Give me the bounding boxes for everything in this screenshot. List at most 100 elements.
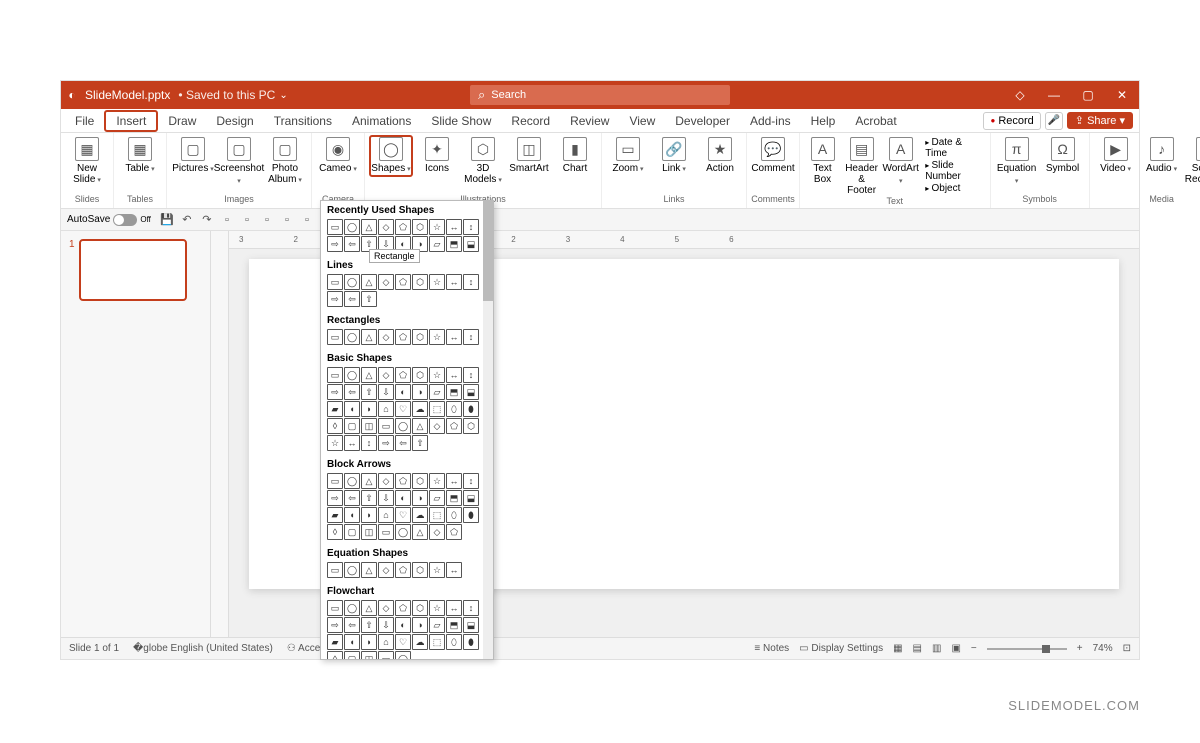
scrollbar[interactable] — [483, 201, 493, 659]
maximize-icon[interactable]: ▢ — [1071, 81, 1105, 109]
ribbon-smartart[interactable]: ◫SmartArt — [507, 135, 551, 174]
shape-option[interactable]: △ — [412, 524, 428, 540]
shape-option[interactable]: ↔ — [446, 473, 462, 489]
qat-icon[interactable]: ▫ — [219, 212, 235, 228]
ribbon-slide-number[interactable]: Slide Number — [925, 160, 981, 182]
shape-option[interactable]: ⬒ — [446, 617, 462, 633]
shape-option[interactable]: ▭ — [327, 600, 343, 616]
shape-option[interactable]: ⬠ — [395, 274, 411, 290]
shape-option[interactable]: ⇧ — [412, 435, 428, 451]
shape-option[interactable]: ♡ — [395, 507, 411, 523]
autosave-toggle[interactable]: AutoSave Off — [67, 214, 151, 226]
shape-option[interactable]: ☆ — [429, 367, 445, 383]
shape-option[interactable]: ▱ — [429, 384, 445, 400]
shape-option[interactable]: ⇨ — [327, 291, 343, 307]
ribbon-photo-album[interactable]: ▢Photo Album — [263, 135, 307, 186]
shape-option[interactable]: △ — [361, 367, 377, 383]
shape-option[interactable]: ⬮ — [463, 507, 479, 523]
shape-option[interactable]: △ — [361, 600, 377, 616]
ribbon-chart[interactable]: ▮Chart — [553, 135, 597, 174]
shape-option[interactable]: ▰ — [327, 401, 343, 417]
ribbon-new-slide[interactable]: ▦New Slide — [65, 135, 109, 186]
shape-option[interactable]: ▰ — [327, 507, 343, 523]
shape-option[interactable]: ☆ — [429, 274, 445, 290]
tab-design[interactable]: Design — [206, 109, 263, 133]
qat-icon[interactable]: ▫ — [299, 212, 315, 228]
shape-option[interactable]: ☆ — [429, 329, 445, 345]
zoom-level[interactable]: 74% — [1093, 643, 1113, 654]
shape-option[interactable]: ⌂ — [378, 401, 394, 417]
shape-option[interactable]: ⬚ — [429, 634, 445, 650]
shape-option[interactable]: ↕ — [463, 367, 479, 383]
view-slideshow-icon[interactable]: ▣ — [951, 643, 960, 654]
ribbon-pictures[interactable]: ▢Pictures — [171, 135, 215, 175]
shape-option[interactable]: ◊ — [327, 524, 343, 540]
shape-option[interactable]: ◗ — [361, 634, 377, 650]
shape-option[interactable]: ▭ — [378, 524, 394, 540]
undo-icon[interactable]: ↶ — [179, 212, 195, 228]
shape-option[interactable]: ⬡ — [412, 367, 428, 383]
ribbon-audio[interactable]: ♪Audio — [1140, 135, 1184, 175]
shape-option[interactable]: ↕ — [463, 219, 479, 235]
close-icon[interactable]: ✕ — [1105, 81, 1139, 109]
shape-option[interactable]: ☆ — [429, 219, 445, 235]
shape-option[interactable]: ◯ — [344, 329, 360, 345]
shape-option[interactable]: ◗ — [361, 401, 377, 417]
qat-icon[interactable]: ▫ — [259, 212, 275, 228]
shape-option[interactable]: ⇧ — [361, 384, 377, 400]
shape-option[interactable]: ☆ — [429, 473, 445, 489]
ribbon-zoom[interactable]: ▭Zoom — [606, 135, 650, 175]
shape-option[interactable]: ▢ — [344, 524, 360, 540]
tab-transitions[interactable]: Transitions — [264, 109, 342, 133]
shape-option[interactable]: ↕ — [463, 473, 479, 489]
shape-option[interactable]: ⇨ — [327, 236, 343, 252]
ribbon-equation[interactable]: πEquation — [995, 135, 1039, 187]
shape-option[interactable]: ⬯ — [446, 507, 462, 523]
ribbon-text-box[interactable]: AText Box — [804, 135, 841, 185]
shape-option[interactable]: ⇨ — [327, 490, 343, 506]
shape-option[interactable]: ◊ — [327, 651, 343, 660]
shape-option[interactable]: ⇦ — [395, 435, 411, 451]
shape-option[interactable]: ↔ — [344, 435, 360, 451]
shape-option[interactable]: ▭ — [327, 562, 343, 578]
shape-option[interactable]: ▱ — [429, 617, 445, 633]
notes-button[interactable]: ≡ Notes — [754, 643, 789, 654]
shape-option[interactable]: ▭ — [327, 329, 343, 345]
shape-option[interactable]: ⬠ — [446, 418, 462, 434]
slide-thumbnail[interactable]: 1 — [69, 239, 202, 301]
shape-option[interactable]: ◗ — [361, 507, 377, 523]
ribbon-header-&-footer[interactable]: ▤Header & Footer — [843, 135, 880, 196]
ribbon-date-&-time[interactable]: Date & Time — [925, 137, 981, 159]
shape-option[interactable]: ⬠ — [395, 600, 411, 616]
ribbon-screen-recording[interactable]: ⏺Screen Recording — [1186, 135, 1200, 185]
shape-option[interactable]: ⌂ — [378, 634, 394, 650]
shape-option[interactable]: ◖ — [344, 634, 360, 650]
shape-option[interactable]: ◇ — [378, 473, 394, 489]
shape-option[interactable]: ⬡ — [412, 473, 428, 489]
shape-option[interactable]: ◯ — [344, 473, 360, 489]
shape-option[interactable]: △ — [361, 562, 377, 578]
shape-option[interactable]: ▭ — [378, 651, 394, 660]
ribbon-icons[interactable]: ✦Icons — [415, 135, 459, 174]
shape-option[interactable]: ◇ — [429, 524, 445, 540]
shape-option[interactable]: ⇨ — [327, 617, 343, 633]
ribbon-table[interactable]: ▦Table — [118, 135, 162, 175]
shape-option[interactable]: ◐ — [395, 384, 411, 400]
minimize-icon[interactable]: — — [1037, 81, 1071, 109]
slide-counter[interactable]: Slide 1 of 1 — [69, 643, 119, 654]
shape-option[interactable]: ▭ — [327, 473, 343, 489]
ribbon-screenshot[interactable]: ▢Screenshot — [217, 135, 261, 187]
shape-option[interactable]: ⬮ — [463, 401, 479, 417]
shape-option[interactable]: ⇨ — [378, 435, 394, 451]
language[interactable]: �globe English (United States) — [133, 643, 273, 654]
ribbon-shapes[interactable]: ◯Shapes — [369, 135, 413, 177]
file-menu-chevron[interactable]: ⌄ — [279, 90, 287, 101]
shape-option[interactable]: ▰ — [327, 634, 343, 650]
shape-option[interactable]: ⇦ — [344, 291, 360, 307]
zoom-in-icon[interactable]: + — [1077, 643, 1083, 654]
shape-option[interactable]: ⬮ — [463, 634, 479, 650]
shape-option[interactable]: ↕ — [463, 329, 479, 345]
shape-option[interactable]: ⬠ — [446, 524, 462, 540]
tab-record[interactable]: Record — [501, 109, 560, 133]
shape-option[interactable]: ⬡ — [412, 219, 428, 235]
